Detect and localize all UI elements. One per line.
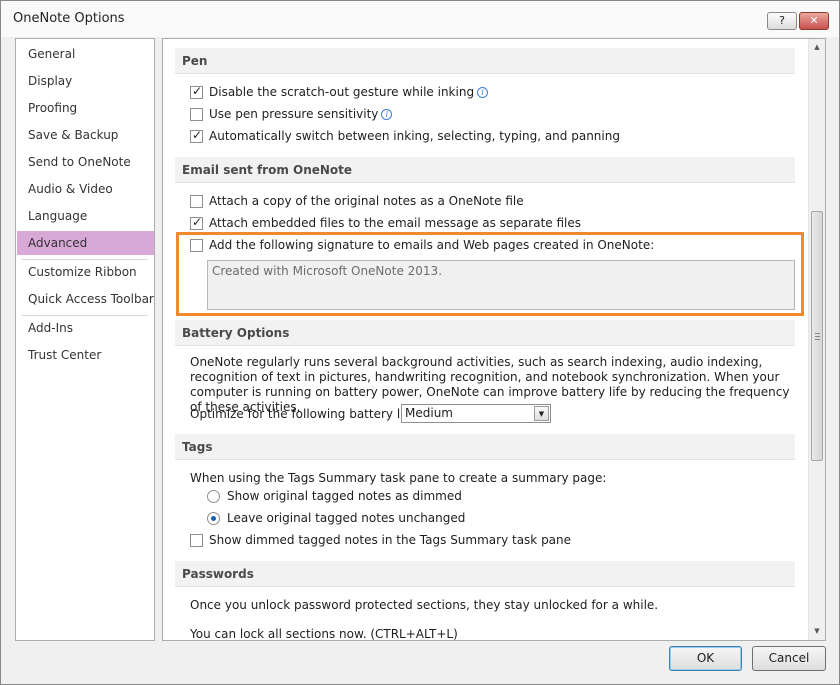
option-auto-switch-modes[interactable]: Automatically switch between inking, sel… [190,127,620,145]
cancel-button[interactable]: Cancel [752,646,826,671]
grip-line [815,336,820,337]
nav-item-trust-center[interactable]: Trust Center [17,343,154,367]
scroll-up-icon[interactable]: ▲ [809,39,825,55]
vertical-scrollbar[interactable]: ▲ ▼ [808,39,825,640]
nav-item-add-ins[interactable]: Add-Ins [17,316,154,340]
checkbox[interactable] [190,238,203,252]
section-header-tags: Tags [175,434,795,460]
battery-life-select[interactable]: Medium ▼ [401,404,551,423]
option-label: Add the following signature to emails an… [209,238,655,252]
option-label: Show original tagged notes as dimmed [227,489,462,503]
nav-item-send-to-onenote[interactable]: Send to OneNote [17,150,154,174]
nav-item-display[interactable]: Display [17,69,154,93]
options-content: Pen Disable the scratch-out gesture whil… [162,38,826,641]
section-header-passwords: Passwords [175,561,795,587]
close-button[interactable]: ✕ [799,12,829,30]
nav-item-language[interactable]: Language [17,204,154,228]
tags-intro: When using the Tags Summary task pane to… [190,471,607,485]
signature-text-field[interactable]: Created with Microsoft OneNote 2013. [207,260,795,310]
nav-item-proofing[interactable]: Proofing [17,96,154,120]
passwords-lock-text: You can lock all sections now. (CTRL+ALT… [190,627,458,641]
checkbox[interactable] [190,194,203,208]
scrollbar-thumb[interactable] [811,211,823,461]
section-header-battery: Battery Options [175,320,795,346]
option-label: Use pen pressure sensitivity [209,107,379,121]
grip-line [815,339,820,340]
option-add-signature[interactable]: Add the following signature to emails an… [190,236,654,254]
option-attach-embedded[interactable]: Attach embedded files to the email messa… [190,214,581,232]
nav-item-advanced[interactable]: Advanced [17,231,154,255]
passwords-unlock-text: Once you unlock password protected secti… [190,598,659,612]
checkbox[interactable] [190,107,203,121]
checkbox[interactable] [190,128,203,143]
title-bar: OneNote Options ? ✕ [1,1,839,37]
option-label: Automatically switch between inking, sel… [209,129,620,143]
options-dialog: OneNote Options ? ✕ General Display Proo… [0,0,840,685]
option-label: Attach embedded files to the email messa… [209,216,582,230]
nav-item-general[interactable]: General [17,42,154,66]
option-label: Attach a copy of the original notes as a… [209,194,524,208]
option-label: Leave original tagged notes unchanged [227,511,466,525]
nav-item-quick-access-toolbar[interactable]: Quick Access Toolbar [17,287,154,311]
option-attach-copy[interactable]: Attach a copy of the original notes as a… [190,192,524,210]
checkbox[interactable] [190,215,203,230]
category-nav: General Display Proofing Save & Backup S… [15,38,155,641]
radio-leave-unchanged[interactable]: Leave original tagged notes unchanged [207,509,465,527]
radio-button[interactable] [207,511,220,525]
radio-show-dimmed[interactable]: Show original tagged notes as dimmed [207,487,462,505]
option-label: Show dimmed tagged notes in the Tags Sum… [209,533,572,547]
select-value: Medium [405,406,453,420]
checkbox[interactable] [190,84,203,99]
chevron-down-icon[interactable]: ▼ [534,406,549,421]
radio-button[interactable] [207,489,220,503]
help-button[interactable]: ? [767,12,797,30]
battery-optimize-label: Optimize for the following battery life: [190,407,420,421]
nav-item-customize-ribbon[interactable]: Customize Ribbon [17,260,154,284]
scroll-down-icon[interactable]: ▼ [809,623,825,639]
checkbox[interactable] [190,533,203,547]
section-header-pen: Pen [175,48,795,74]
section-header-email: Email sent from OneNote [175,157,795,183]
window-title: OneNote Options [13,11,125,26]
option-disable-scratch-out[interactable]: Disable the scratch-out gesture while in… [190,83,489,101]
nav-item-audio-video[interactable]: Audio & Video [17,177,154,201]
grip-line [815,333,820,334]
nav-item-save-backup[interactable]: Save & Backup [17,123,154,147]
ok-button[interactable]: OK [669,646,742,671]
info-icon: i [477,86,489,98]
option-show-dimmed-tags[interactable]: Show dimmed tagged notes in the Tags Sum… [190,531,571,549]
option-pen-pressure[interactable]: Use pen pressure sensitivity i [190,105,393,123]
option-label: Disable the scratch-out gesture while in… [209,85,475,99]
info-icon: i [381,108,393,120]
